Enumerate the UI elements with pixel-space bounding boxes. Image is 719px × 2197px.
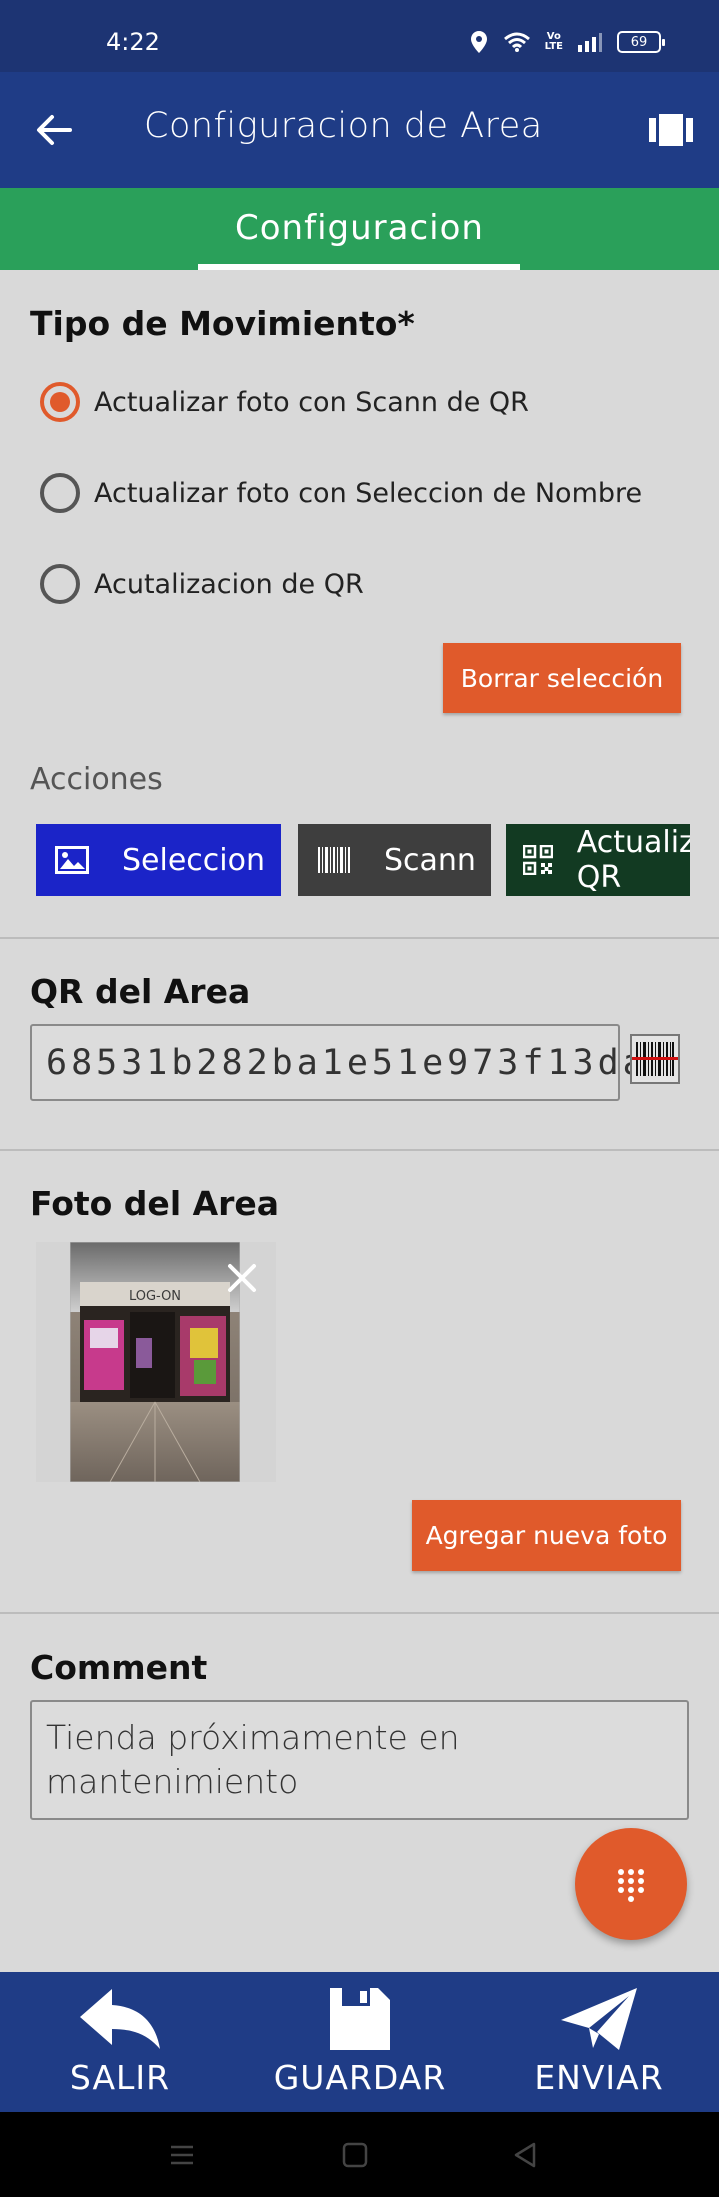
radio-label: Acutalizacion de QR: [94, 568, 364, 600]
actualizar-button[interactable]: Actualizar QR: [506, 824, 690, 896]
app-bar: Configuracion de Area: [0, 72, 719, 188]
status-icons: Vo LTE 69: [469, 30, 665, 54]
image-icon: [50, 840, 94, 880]
barcode-icon: [312, 840, 356, 880]
acciones-title: Acciones: [30, 762, 163, 797]
actualizar-label: Actualizar QR: [576, 825, 690, 895]
page-title: Configuracion de Area: [144, 106, 543, 146]
radio-label: Actualizar foto con Scann de QR: [94, 386, 529, 418]
recents-icon[interactable]: [165, 2138, 199, 2172]
location-icon: [470, 31, 487, 53]
photo-thumbnail-container: LOG-ON: [36, 1242, 276, 1482]
section-divider: [0, 1149, 719, 1151]
guardar-label: GUARDAR: [273, 2058, 447, 2097]
seleccion-button[interactable]: Seleccion: [36, 824, 281, 896]
enviar-button[interactable]: ENVIAR: [479, 1972, 719, 2112]
section-divider: [0, 937, 719, 939]
salir-button[interactable]: SALIR: [0, 1972, 240, 2112]
send-icon: [554, 1984, 644, 2054]
guardar-button[interactable]: GUARDAR: [240, 1972, 480, 2112]
battery-icon: 69: [617, 31, 665, 53]
store-sign: LOG-ON: [129, 1289, 181, 1304]
save-icon: [315, 1984, 405, 2054]
tab-indicator: [198, 264, 520, 270]
signal-icon: [578, 33, 602, 52]
qr-code-icon: [520, 840, 557, 880]
comment-title: Comment: [30, 1648, 208, 1687]
view-carousel-icon[interactable]: [647, 108, 695, 152]
radio-button[interactable]: [40, 564, 80, 604]
volte-indicator: Vo LTE: [544, 31, 563, 52]
scann-button[interactable]: Scann: [298, 824, 491, 896]
actions-scroll-strip[interactable]: Seleccion Scann Actualizar QR: [36, 824, 690, 896]
foto-area-title: Foto del Area: [30, 1184, 280, 1223]
home-icon[interactable]: [338, 2138, 372, 2172]
comment-field[interactable]: Tienda próximamente en mantenimiento: [30, 1700, 689, 1820]
menu-fab-button[interactable]: [575, 1828, 687, 1940]
qr-area-title: QR del Area: [30, 972, 251, 1011]
enviar-label: ENVIAR: [534, 2058, 664, 2097]
radio-button[interactable]: [40, 473, 80, 513]
add-photo-button[interactable]: Agregar nueva foto: [412, 1500, 681, 1571]
tipo-movimiento-title: Tipo de Movimiento*: [30, 304, 415, 343]
store-photo[interactable]: LOG-ON: [70, 1242, 240, 1482]
back-arrow-icon[interactable]: [30, 106, 78, 154]
radio-option-scann-qr[interactable]: Actualizar foto con Scann de QR: [40, 382, 529, 422]
qr-area-field[interactable]: 68531b282ba1e51e973f13da: [30, 1024, 644, 1101]
radio-label: Actualizar foto con Seleccion de Nombre: [94, 477, 643, 509]
status-time: 4:22: [106, 28, 160, 56]
tab-configuracion[interactable]: Configuracion: [0, 208, 719, 248]
salir-label: SALIR: [69, 2058, 171, 2097]
dialpad-icon: [618, 1869, 644, 1902]
bottom-action-bar: SALIR GUARDAR ENVIAR: [0, 1972, 719, 2112]
close-icon[interactable]: [220, 1256, 264, 1300]
section-divider: [0, 1612, 719, 1614]
radio-option-seleccion-nombre[interactable]: Actualizar foto con Seleccion de Nombre: [40, 473, 642, 513]
scann-label: Scann: [384, 842, 476, 878]
radio-button-selected[interactable]: [40, 382, 80, 422]
clear-selection-button[interactable]: Borrar selección: [443, 643, 681, 713]
nav-back-icon[interactable]: [508, 2138, 542, 2172]
reply-arrow-icon: [75, 1984, 165, 2054]
tab-bar: Configuracion: [0, 188, 719, 270]
status-bar: 4:22 Vo LTE 69: [0, 0, 719, 72]
radio-option-actualizacion-qr[interactable]: Acutalizacion de QR: [40, 564, 364, 604]
wifi-icon: [503, 32, 530, 52]
barcode-scan-icon[interactable]: [630, 1034, 680, 1084]
battery-level: 69: [630, 34, 648, 50]
system-nav-bar: [0, 2112, 719, 2197]
seleccion-label: Seleccion: [122, 842, 265, 878]
